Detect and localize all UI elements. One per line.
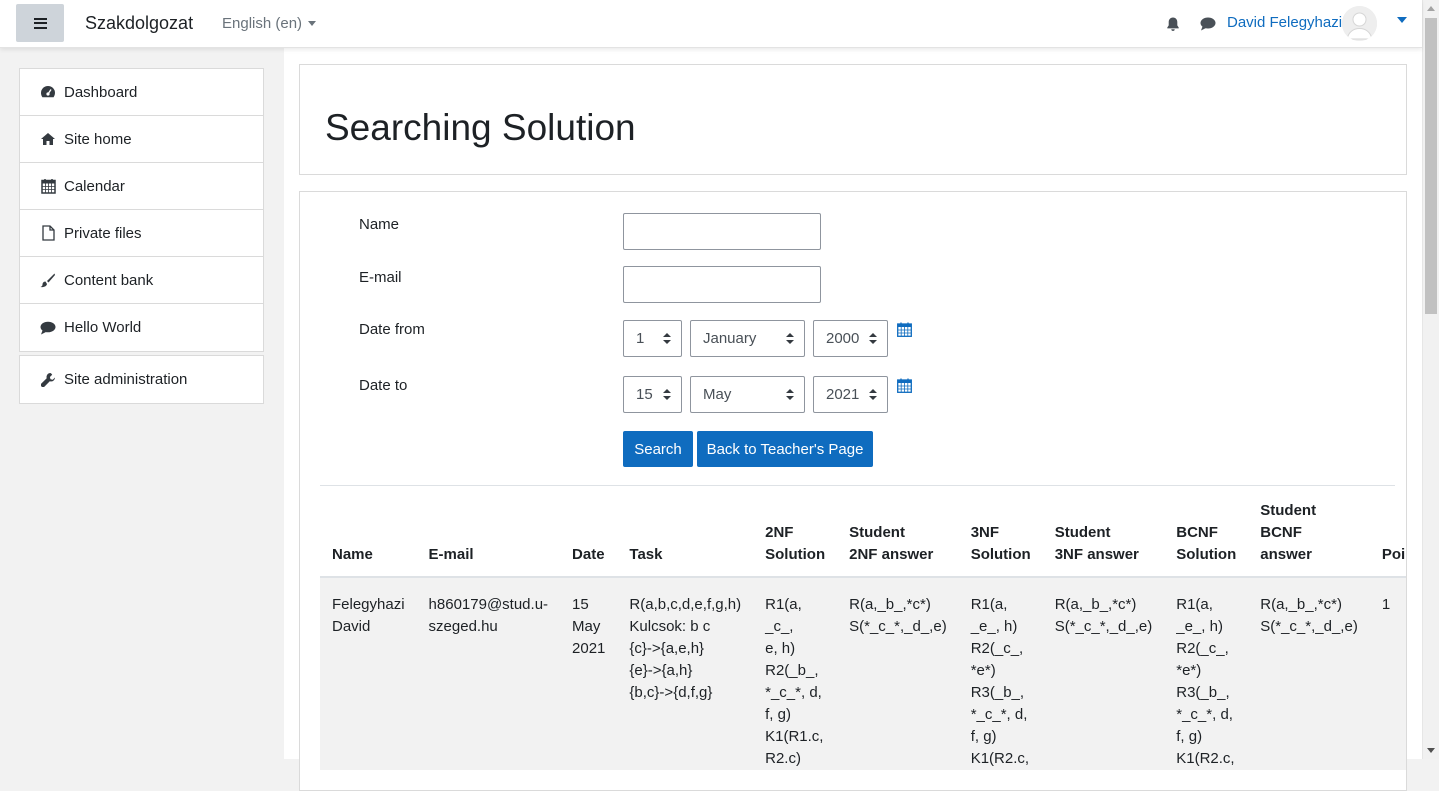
sort-arrows-icon	[786, 333, 794, 345]
wrench-icon	[40, 372, 56, 388]
select-value: 1	[636, 330, 645, 347]
user-avatar[interactable]	[1342, 6, 1377, 41]
column-header-name[interactable]: Name	[320, 492, 417, 578]
menu-toggle-button[interactable]	[16, 4, 64, 42]
dashboard-icon	[40, 84, 56, 100]
column-header-2nf-solution[interactable]: 2NF Solution	[753, 492, 838, 578]
messages-icon[interactable]	[1200, 17, 1216, 31]
email-label: E-mail	[359, 269, 402, 286]
column-header-date[interactable]: Date	[560, 492, 618, 578]
cell-bcnf-solution: R1(a, _e_, h) R2(_c_, *e*) R3(_b_, *_c_*…	[1164, 577, 1249, 770]
sidebar-item-label: Dashboard	[64, 83, 138, 101]
email-input[interactable]	[623, 266, 821, 303]
back-to-teacher-button[interactable]: Back to Teacher's Page	[697, 431, 873, 467]
top-navbar: Szakdolgozat English (en) David Felegyha…	[0, 0, 1422, 48]
user-menu-chevron-icon[interactable]	[1397, 17, 1407, 23]
search-button[interactable]: Search	[623, 431, 693, 467]
file-icon	[40, 225, 56, 241]
admin-nav-group: Site administration	[19, 355, 264, 404]
date-from-month-select[interactable]: January	[690, 320, 805, 357]
cell-name: Felegyhazi David	[320, 577, 417, 770]
results-table: Name E-mail Date Task 2NF Solution Stude…	[320, 492, 1406, 770]
name-label: Name	[359, 216, 400, 233]
column-header-3nf-solution[interactable]: 3NF Solution	[958, 492, 1043, 578]
nav-drawer: Dashboard Site home Calendar Private fil…	[0, 48, 284, 759]
sidebar-item-calendar[interactable]: Calendar	[20, 163, 263, 210]
select-value: 2000	[826, 330, 860, 347]
date-to-month-select[interactable]: May	[690, 376, 805, 413]
language-label: English (en)	[222, 15, 303, 32]
divider	[320, 485, 1395, 486]
sidebar-item-site-home[interactable]: Site home	[20, 116, 263, 163]
chevron-down-icon	[308, 21, 317, 26]
name-input[interactable]	[623, 213, 821, 250]
sort-arrows-icon	[663, 333, 671, 345]
column-header-bcnf-solution[interactable]: BCNF Solution	[1164, 492, 1249, 578]
sort-arrows-icon	[663, 389, 671, 401]
sidebar-item-label: Private files	[64, 224, 142, 242]
language-selector[interactable]: English (en)	[222, 15, 317, 32]
cell-student-3nf-answer: R(a,_b_,*c*) S(*_c_*,_d_,e)	[1042, 577, 1165, 770]
column-header-points[interactable]: Points	[1369, 492, 1406, 578]
date-from-calendar-icon[interactable]	[897, 322, 912, 337]
hamburger-icon	[33, 17, 47, 29]
scroll-down-arrow-icon[interactable]	[1427, 748, 1435, 753]
main-nav-group: Dashboard Site home Calendar Private fil…	[19, 68, 264, 352]
comment-icon	[40, 320, 56, 336]
sidebar-item-label: Calendar	[64, 177, 125, 195]
site-brand[interactable]: Szakdolgozat	[85, 13, 193, 34]
sidebar-item-label: Hello World	[64, 319, 142, 336]
sort-arrows-icon	[869, 333, 877, 345]
select-value: 2021	[826, 386, 860, 403]
column-header-student-2nf-answer[interactable]: Student 2NF answer	[837, 492, 959, 578]
scroll-up-arrow-icon[interactable]	[1427, 6, 1435, 11]
date-to-label: Date to	[359, 377, 408, 394]
sidebar-item-hello-world[interactable]: Hello World	[20, 304, 263, 351]
table-row: Felegyhazi David h860179@stud.u- szeged.…	[320, 577, 1406, 770]
sidebar-item-private-files[interactable]: Private files	[20, 210, 263, 257]
date-to-calendar-icon[interactable]	[897, 378, 912, 393]
column-header-student-3nf-answer[interactable]: Student 3NF answer	[1042, 492, 1165, 578]
page-scrollbar[interactable]	[1422, 0, 1439, 759]
calendar-icon	[40, 178, 56, 194]
select-value: 15	[636, 386, 653, 403]
date-from-year-select[interactable]: 2000	[813, 320, 888, 357]
sort-arrows-icon	[786, 389, 794, 401]
select-value: May	[703, 386, 732, 403]
cell-date: 15 May 2021	[560, 577, 618, 770]
page-title: Searching Solution	[325, 107, 636, 148]
sidebar-item-dashboard[interactable]: Dashboard	[20, 69, 263, 116]
search-card: Name E-mail Date from 1 January 2000 Dat…	[299, 191, 1407, 791]
sidebar-item-label: Site administration	[64, 371, 188, 388]
bell-icon[interactable]	[1165, 16, 1181, 32]
user-name-link[interactable]: David Felegyhazi	[1227, 14, 1342, 31]
sidebar-item-label: Site home	[64, 130, 132, 148]
sort-arrows-icon	[869, 389, 877, 401]
main-region: Searching Solution Name E-mail Date from…	[284, 48, 1422, 791]
cell-3nf-solution: R1(a, _e_, h) R2(_c_, *e*) R3(_b_, *_c_*…	[958, 577, 1043, 770]
table-header-row: Name E-mail Date Task 2NF Solution Stude…	[320, 492, 1406, 578]
home-icon	[40, 131, 56, 147]
scrollbar-thumb[interactable]	[1425, 18, 1437, 314]
date-to-year-select[interactable]: 2021	[813, 376, 888, 413]
cell-points: 1	[1369, 577, 1406, 770]
cell-student-2nf-answer: R(a,_b_,*c*) S(*_c_*,_d_,e)	[837, 577, 959, 770]
select-value: January	[703, 330, 757, 347]
cell-2nf-solution: R1(a, _c_, e, h) R2(_b_, *_c_*, d, f, g)…	[753, 577, 838, 770]
page-header: Searching Solution	[299, 64, 1407, 175]
column-header-task[interactable]: Task	[617, 492, 754, 578]
brush-icon	[40, 272, 56, 288]
sidebar-item-label: Content bank	[64, 271, 154, 289]
date-from-day-select[interactable]: 1	[623, 320, 682, 357]
column-header-email[interactable]: E-mail	[416, 492, 561, 578]
cell-task: R(a,b,c,d,e,f,g,h) Kulcsok: b c {c}->{a,…	[617, 577, 754, 770]
date-to-day-select[interactable]: 15	[623, 376, 682, 413]
date-from-label: Date from	[359, 321, 425, 338]
cell-email: h860179@stud.u- szeged.hu	[416, 577, 561, 770]
avatar-icon	[1342, 6, 1377, 41]
sidebar-item-site-administration[interactable]: Site administration	[20, 356, 263, 403]
sidebar-item-content-bank[interactable]: Content bank	[20, 257, 263, 304]
column-header-student-bcnf-answer[interactable]: Student BCNF answer	[1248, 492, 1370, 578]
cell-student-bcnf-answer: R(a,_b_,*c*) S(*_c_*,_d_,e)	[1248, 577, 1370, 770]
